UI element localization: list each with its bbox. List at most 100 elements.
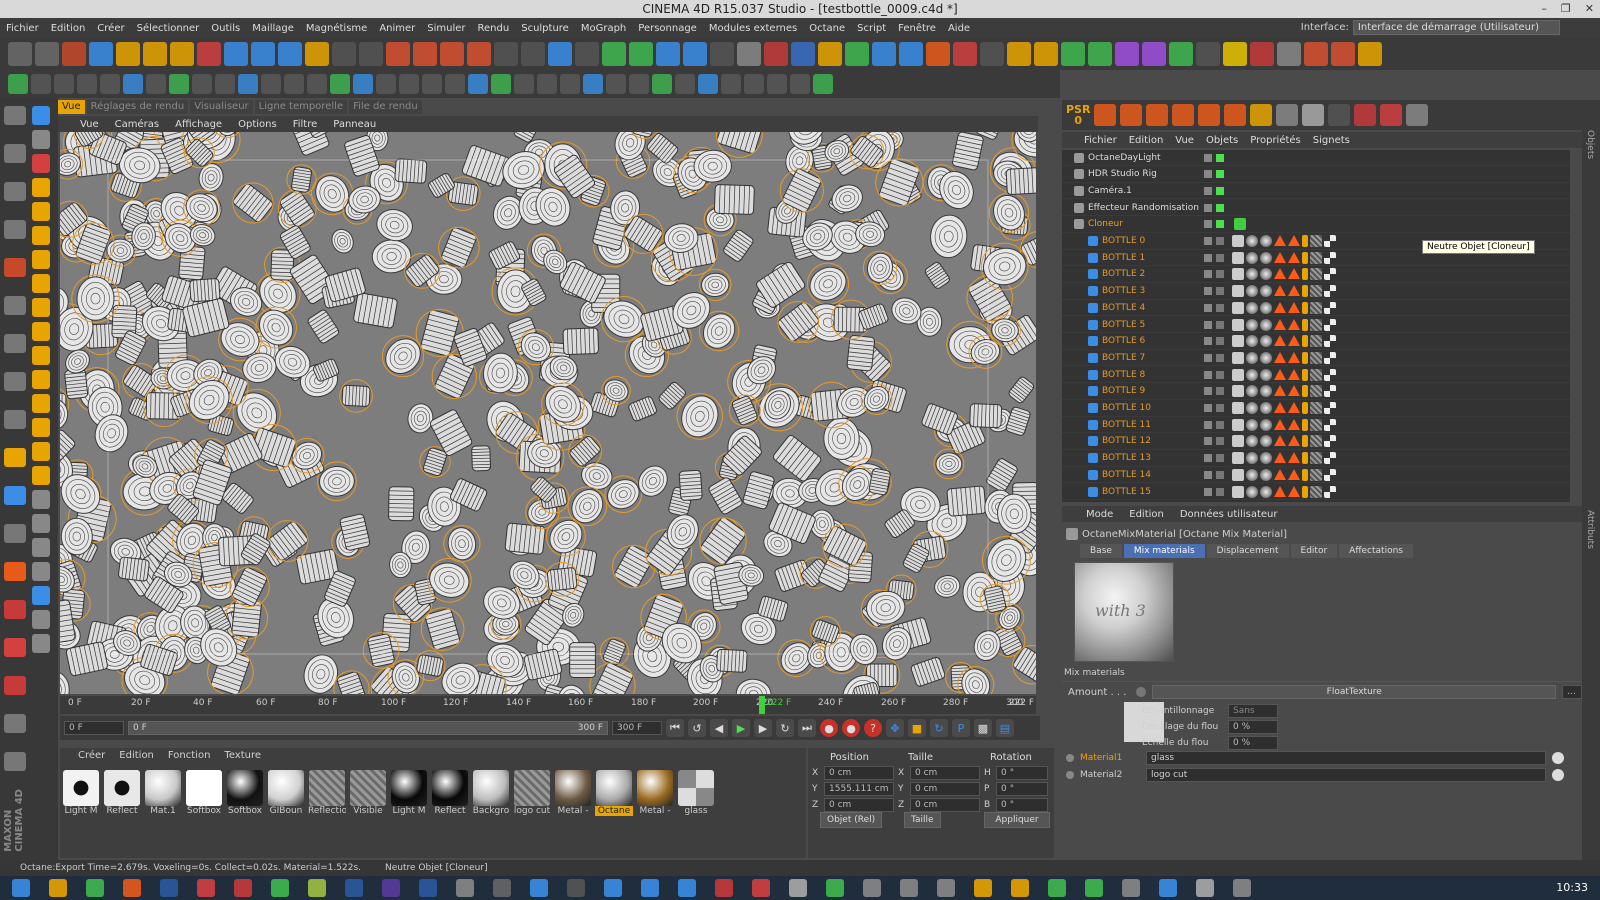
mesh-tool-icon[interactable] [560,74,580,94]
go-end-icon[interactable]: ⏭ [798,719,816,737]
toolbar-tool-icon[interactable] [575,42,599,66]
amount-more-button[interactable]: ... [1562,685,1583,699]
toolbar-tool-icon[interactable] [89,42,113,66]
toolbar-tool-icon[interactable] [926,42,950,66]
menu-item[interactable]: Sculpture [515,23,575,34]
mesh-tool-icon[interactable] [284,74,304,94]
object-row[interactable]: BOTTLE 12 [1062,434,1570,450]
visibility-icon[interactable] [1204,287,1212,296]
material-tag-icon[interactable] [1246,368,1258,381]
material-tag-icon[interactable] [1246,285,1258,298]
triangle-tag-icon[interactable] [1274,418,1286,430]
playhead[interactable] [759,696,765,714]
object-name[interactable]: BOTTLE 10 [1102,403,1151,413]
mesh-tool-icon[interactable] [698,74,718,94]
material-swatch[interactable]: Metal - [636,770,674,820]
object-menu-item[interactable]: Objets [1200,135,1244,146]
toolbar-tool-icon[interactable] [1304,42,1328,66]
taskbar-app-icon[interactable] [752,879,770,897]
triangle-tag-icon[interactable] [1288,402,1300,413]
enable-check-icon[interactable] [1216,170,1224,179]
coord-position-field[interactable]: 0 cm [824,766,894,780]
material-swatch[interactable]: Softbox [226,770,264,820]
object-tool-icon[interactable] [32,226,50,245]
object-name[interactable]: BOTTLE 2 [1102,269,1145,279]
object-tool-icon[interactable] [32,154,50,173]
toolbar-tool-icon[interactable] [764,42,788,66]
taskbar-app-icon[interactable] [789,879,807,897]
taskbar-app-icon[interactable] [863,879,881,897]
phong-tag-icon[interactable] [1232,285,1244,298]
material-tag-icon[interactable] [1246,435,1258,448]
taskbar-app-icon[interactable] [160,879,178,897]
material-menu-item[interactable]: Edition [119,750,154,761]
viewport-menu-item[interactable]: Filtre [285,119,326,130]
taskbar-app-icon[interactable] [900,879,918,897]
visibility-icon[interactable] [1204,237,1212,245]
mode-tool-icon[interactable] [4,562,26,581]
material-tag-icon[interactable] [1260,251,1272,264]
triangle-tag-icon[interactable] [1288,468,1300,480]
mesh-tool-icon[interactable] [100,74,120,94]
checker-tag-icon[interactable] [1324,368,1336,381]
checker-tag-icon[interactable] [1324,418,1336,431]
taskbar-app-icon[interactable] [1085,879,1103,897]
mesh-tool-icon[interactable] [744,74,764,94]
menu-item[interactable]: Rendu [472,23,516,34]
object-name[interactable]: Caméra.1 [1088,186,1132,196]
mesh-tool-icon[interactable] [790,74,810,94]
start-frame-field[interactable]: 0 F [64,721,124,735]
snap-tool-icon[interactable] [1250,104,1273,126]
toolbar-tool-icon[interactable] [1007,42,1031,66]
toolbar-tool-icon[interactable] [899,42,923,66]
toolbar-tool-icon[interactable] [818,42,842,66]
toolbar-tool-icon[interactable] [197,42,221,66]
move-key-icon[interactable]: ✥ [886,719,904,737]
toolbar-tool-icon[interactable] [1169,42,1193,66]
taskbar-app-icon[interactable] [715,879,733,897]
viewport-tab[interactable]: Réglages de rendu [86,100,189,114]
triangle-tag-icon[interactable] [1288,268,1300,280]
uv-tag-icon[interactable] [1302,418,1308,431]
mesh-tool-icon[interactable] [353,74,373,94]
enable-check-icon[interactable] [1216,186,1224,195]
object-row[interactable]: Caméra.1 [1062,183,1570,200]
material-tag-icon[interactable] [1246,351,1258,364]
menu-item[interactable]: Maillage [246,23,300,34]
triangle-tag-icon[interactable] [1274,435,1286,447]
snap-tool-icon[interactable] [1146,104,1169,126]
mode-tool-icon[interactable] [4,448,26,467]
visibility-icon[interactable] [1204,420,1212,429]
phong-tag-icon[interactable] [1232,335,1244,348]
object-tool-icon[interactable] [32,106,50,125]
material-swatch[interactable]: Reflectio [308,770,346,820]
enable-check-icon[interactable] [1216,437,1224,446]
uv-tag-icon[interactable] [1302,251,1308,264]
enable-check-icon[interactable] [1216,303,1224,312]
object-tool-icon[interactable] [32,562,50,581]
material2-clear-icon[interactable] [1552,769,1564,781]
mesh-tool-icon[interactable] [169,74,189,94]
object-name[interactable]: BOTTLE 3 [1102,286,1145,296]
attribute-menu-item[interactable]: Données utilisateur [1172,509,1286,520]
phong-tag-icon[interactable] [1232,368,1244,381]
snap-tool-icon[interactable] [1198,104,1221,126]
attribute-tab[interactable]: Displacement [1206,544,1289,558]
viewport-menu-item[interactable]: Panneau [325,119,384,130]
enable-check-icon[interactable] [1216,220,1224,229]
mesh-tool-icon[interactable] [330,74,350,94]
toolbar-tool-icon[interactable] [1331,42,1355,66]
object-tool-icon[interactable] [32,586,50,605]
visibility-icon[interactable] [1204,337,1212,346]
coord-mode-select[interactable]: Objet (Rel) [820,812,883,828]
object-row[interactable]: OctaneDayLight [1062,150,1570,166]
phong-tag-icon[interactable] [1232,485,1244,498]
viewport-menu-item[interactable]: Vue [72,119,107,130]
apply-button[interactable]: Appliquer [984,812,1050,828]
menu-item[interactable]: Animer [373,23,421,34]
coord-size-field[interactable]: 0 cm [910,766,980,780]
uv-tag-icon[interactable] [1302,335,1308,348]
triangle-tag-icon[interactable] [1274,452,1286,464]
hatch-tag-icon[interactable] [1310,285,1322,298]
material-tag-icon[interactable] [1246,468,1258,481]
